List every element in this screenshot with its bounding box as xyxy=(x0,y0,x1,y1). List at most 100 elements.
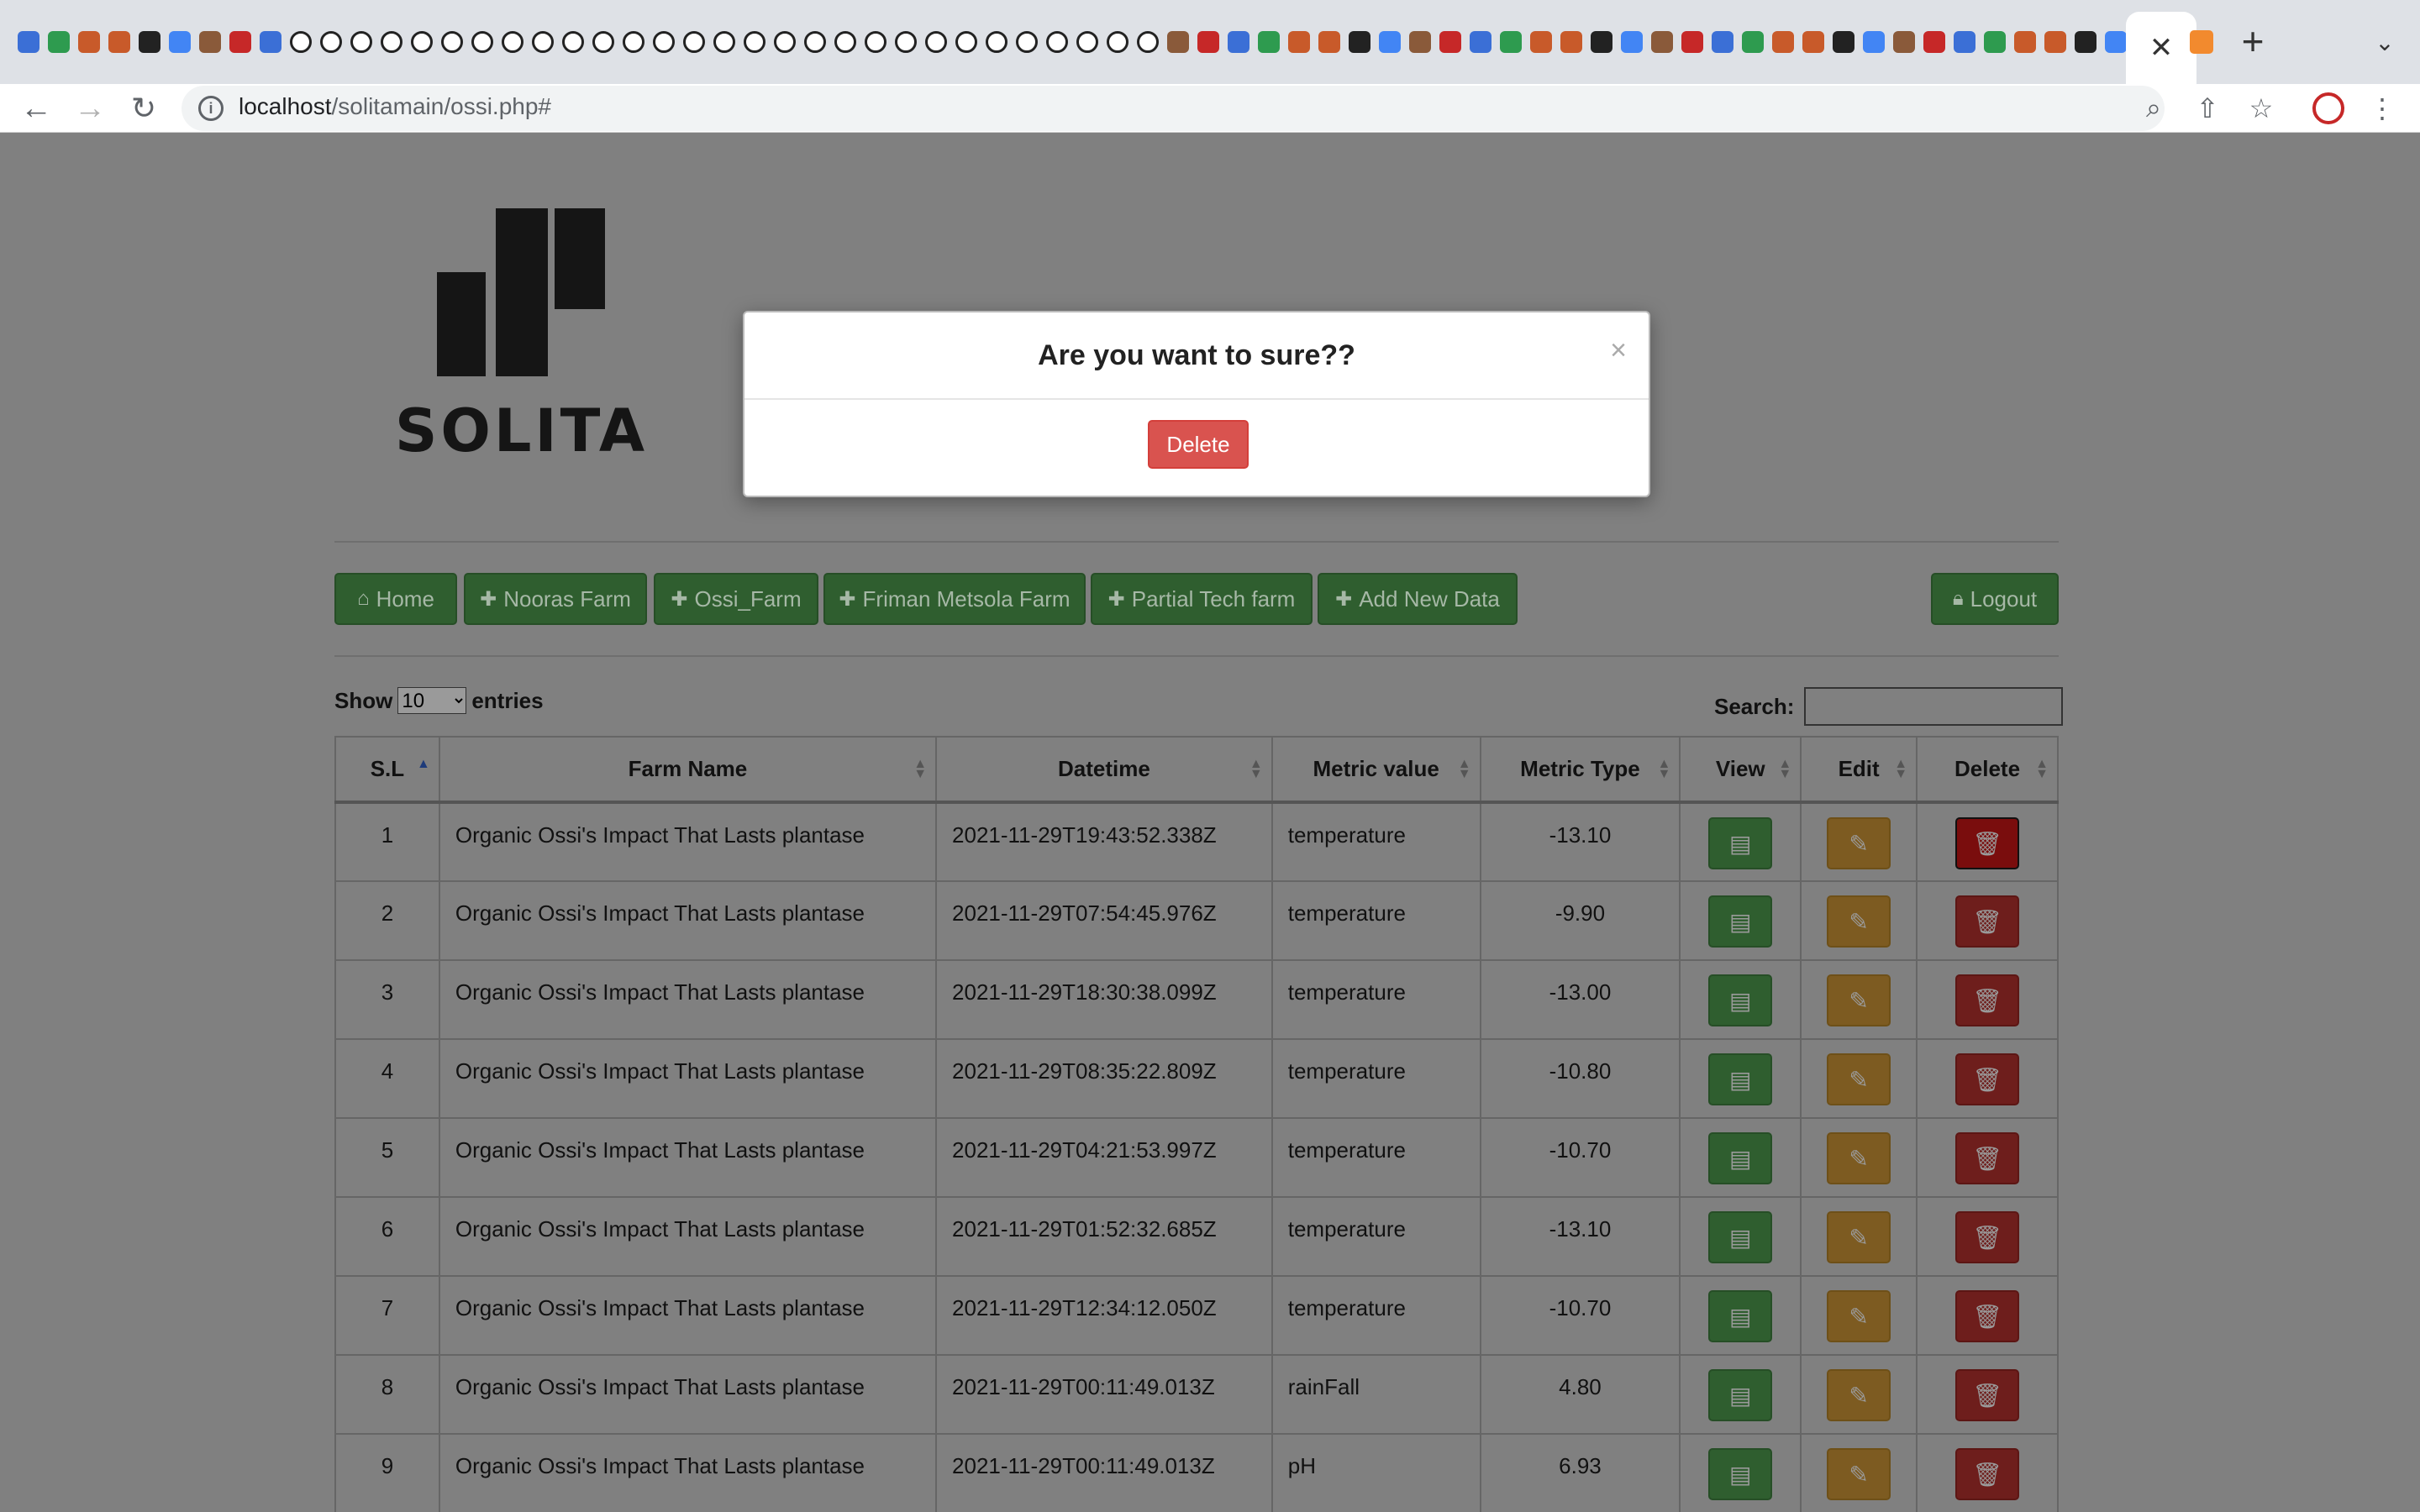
pinned-tab-favicon[interactable] xyxy=(1163,25,1193,59)
header-edit[interactable]: Edit ▲ ▼ xyxy=(1800,736,1918,804)
view-button[interactable]: ▤ xyxy=(1708,817,1773,869)
pinned-tab-favicon[interactable] xyxy=(1828,25,1859,59)
confirm-delete-button[interactable]: Delete xyxy=(1148,420,1249,469)
friman-metsola-farm-button[interactable]: ✚ Friman Metsola Farm xyxy=(823,573,1086,625)
pinned-tab-favicon[interactable] xyxy=(74,25,104,59)
pinned-tab-favicon[interactable] xyxy=(800,25,830,59)
view-button[interactable]: ▤ xyxy=(1708,1211,1773,1263)
pinned-tab-favicon[interactable] xyxy=(1254,25,1284,59)
pinned-tab-favicon[interactable] xyxy=(649,25,679,59)
pinned-tab-favicon[interactable] xyxy=(1314,25,1344,59)
header-metric-type[interactable]: Metric Type ▲ ▼ xyxy=(1479,736,1681,804)
pinned-tab-favicon[interactable] xyxy=(1707,25,1738,59)
pinned-tab-favicon[interactable] xyxy=(588,25,618,59)
pinned-tab-favicon[interactable] xyxy=(860,25,891,59)
pinned-tab-favicon[interactable] xyxy=(467,25,497,59)
view-button[interactable]: ▤ xyxy=(1708,1132,1773,1184)
edit-button[interactable]: ✎ xyxy=(1827,1369,1891,1421)
pinned-tab-favicon[interactable] xyxy=(134,25,165,59)
partial-tech-farm-button[interactable]: ✚ Partial Tech farm xyxy=(1091,573,1313,625)
edit-button[interactable]: ✎ xyxy=(1827,1132,1891,1184)
pinned-tab-favicon[interactable] xyxy=(1435,25,1465,59)
pinned-tab-favicon[interactable] xyxy=(951,25,981,59)
pinned-tab-favicon[interactable] xyxy=(739,25,770,59)
delete-button[interactable]: 🗑︎ xyxy=(1955,1448,2020,1500)
nooras-farm-button[interactable]: ✚ Nooras Farm xyxy=(464,573,647,625)
pinned-tab-favicon[interactable] xyxy=(407,25,437,59)
pinned-tab-favicon[interactable] xyxy=(1889,25,1919,59)
pinned-tab-favicon[interactable] xyxy=(1556,25,1586,59)
pinned-tab-favicon[interactable] xyxy=(225,25,255,59)
home-button[interactable]: ⌂ Home xyxy=(334,573,457,625)
pinned-tab-favicon[interactable] xyxy=(1677,25,1707,59)
pinned-tab-favicon[interactable] xyxy=(1193,25,1223,59)
pinned-tab-favicon[interactable] xyxy=(13,25,44,59)
pinned-tab-favicon[interactable] xyxy=(316,25,346,59)
edit-button[interactable]: ✎ xyxy=(1827,895,1891,948)
view-button[interactable]: ▤ xyxy=(1708,1448,1773,1500)
pinned-tab-favicon[interactable] xyxy=(2070,25,2101,59)
logout-button[interactable]: 🔒︎ Logout xyxy=(1931,573,2059,625)
pinned-tab-favicon[interactable] xyxy=(558,25,588,59)
share-icon[interactable]: ⇧ xyxy=(2185,86,2230,131)
bookmark-star-icon[interactable]: ☆ xyxy=(2238,86,2284,131)
close-icon[interactable]: × xyxy=(1610,334,1627,367)
view-button[interactable]: ▤ xyxy=(1708,895,1773,948)
pinned-tab-favicon[interactable] xyxy=(1344,25,1375,59)
pinned-tab-favicon[interactable] xyxy=(437,25,467,59)
forward-icon[interactable]: → xyxy=(67,86,113,131)
header-delete[interactable]: Delete ▲ ▼ xyxy=(1916,736,2059,804)
tab-favicon[interactable] xyxy=(2186,25,2217,59)
tab-search-button[interactable]: ⌄ xyxy=(2366,24,2403,60)
pinned-tab-favicon[interactable] xyxy=(981,25,1012,59)
pinned-tab-favicon[interactable] xyxy=(679,25,709,59)
pinned-tab-favicon[interactable] xyxy=(286,25,316,59)
pinned-tab-favicon[interactable] xyxy=(1919,25,1949,59)
delete-button[interactable]: 🗑︎ xyxy=(1955,1290,2020,1342)
pinned-tab-favicon[interactable] xyxy=(104,25,134,59)
header-metric-value[interactable]: Metric value ▲ ▼ xyxy=(1270,736,1481,804)
pinned-tab-favicon[interactable] xyxy=(1133,25,1163,59)
edit-button[interactable]: ✎ xyxy=(1827,1211,1891,1263)
view-button[interactable]: ▤ xyxy=(1708,1290,1773,1342)
pinned-tab-favicon[interactable] xyxy=(709,25,739,59)
pinned-tab-favicon[interactable] xyxy=(1405,25,1435,59)
delete-button[interactable]: 🗑︎ xyxy=(1955,1211,2020,1263)
close-tab-icon[interactable]: ✕ xyxy=(2149,31,2174,65)
pinned-tab-favicon[interactable] xyxy=(1798,25,1828,59)
pinned-tab-favicon[interactable] xyxy=(1375,25,1405,59)
pinned-tab-favicon[interactable] xyxy=(195,25,225,59)
delete-button[interactable]: 🗑︎ xyxy=(1955,895,2020,948)
site-info-icon[interactable]: i xyxy=(198,96,224,121)
pinned-tab-favicon[interactable] xyxy=(497,25,528,59)
view-button[interactable]: ▤ xyxy=(1708,974,1773,1026)
pinned-tab-favicon[interactable] xyxy=(528,25,558,59)
pinned-tab-favicon[interactable] xyxy=(891,25,921,59)
header-datetime[interactable]: Datetime ▲ ▼ xyxy=(935,736,1273,804)
pinned-tab-favicon[interactable] xyxy=(1496,25,1526,59)
browser-menu-icon[interactable]: ⋮ xyxy=(2360,86,2405,131)
view-button[interactable]: ▤ xyxy=(1708,1053,1773,1105)
ossi-farm-button[interactable]: ✚ Ossi_Farm xyxy=(654,573,818,625)
pinned-tab-favicon[interactable] xyxy=(1949,25,1980,59)
address-bar[interactable]: i localhost/solitamain/ossi.php# xyxy=(182,86,2165,131)
pinned-tab-favicon[interactable] xyxy=(1072,25,1102,59)
pinned-tab-favicon[interactable] xyxy=(1647,25,1677,59)
pinned-tab-favicon[interactable] xyxy=(1284,25,1314,59)
pinned-tab-favicon[interactable] xyxy=(376,25,407,59)
pinned-tab-favicon[interactable] xyxy=(921,25,951,59)
pinned-tab-favicon[interactable] xyxy=(618,25,649,59)
add-new-data-button[interactable]: ✚ Add New Data xyxy=(1318,573,1518,625)
extension-icon[interactable] xyxy=(2306,86,2351,131)
edit-button[interactable]: ✎ xyxy=(1827,974,1891,1026)
header-view[interactable]: View ▲ ▼ xyxy=(1679,736,1802,804)
pinned-tab-favicon[interactable] xyxy=(830,25,860,59)
pinned-tab-favicon[interactable] xyxy=(1859,25,1889,59)
pinned-tab-favicon[interactable] xyxy=(1617,25,1647,59)
pinned-tab-favicon[interactable] xyxy=(44,25,74,59)
new-tab-button[interactable]: + xyxy=(2232,19,2274,63)
edit-button[interactable]: ✎ xyxy=(1827,817,1891,869)
header-sl[interactable]: S.L ▲ xyxy=(334,736,440,804)
pinned-tab-favicon[interactable] xyxy=(1102,25,1133,59)
pinned-tab-favicon[interactable] xyxy=(1526,25,1556,59)
